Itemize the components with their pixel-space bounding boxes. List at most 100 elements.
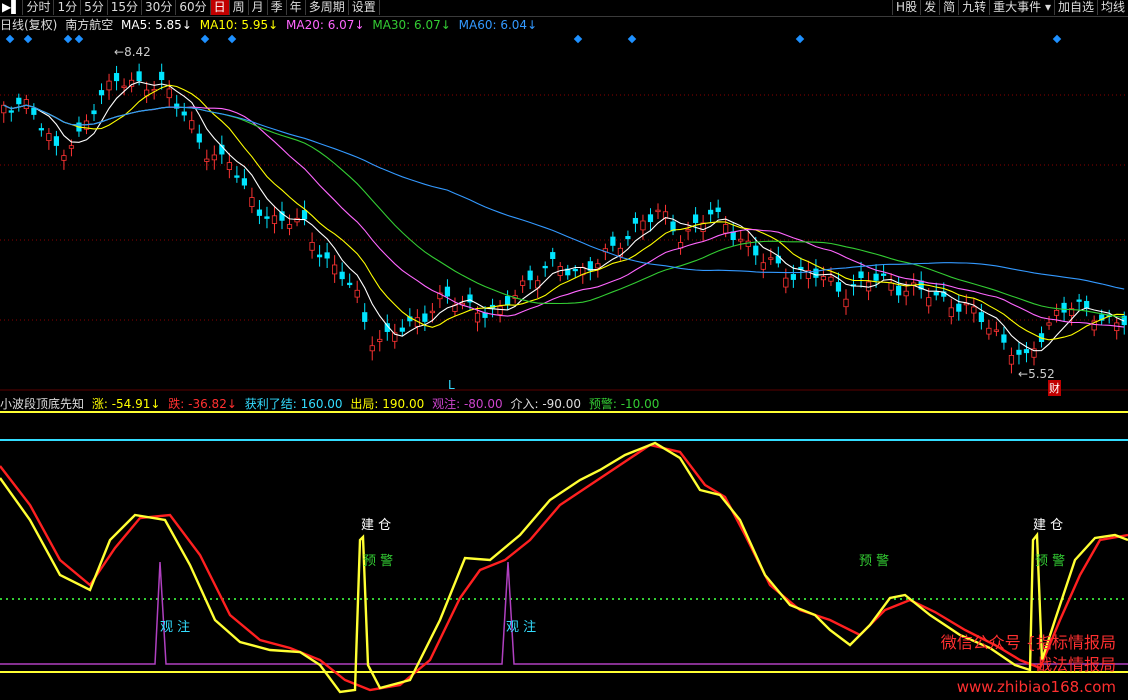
candle-body bbox=[474, 312, 481, 323]
candle-body bbox=[745, 240, 751, 247]
candle-body bbox=[211, 154, 217, 161]
candle-body bbox=[226, 162, 232, 170]
high-price-label: ←8.42 bbox=[114, 45, 151, 59]
watch-label-2: 观 注 bbox=[506, 620, 537, 635]
candle-body bbox=[399, 327, 405, 332]
event-marker-4 bbox=[200, 34, 210, 44]
candle-body bbox=[933, 291, 939, 296]
event-marker-6 bbox=[573, 34, 583, 44]
candle-body bbox=[723, 224, 729, 234]
candle-body bbox=[1023, 349, 1030, 354]
candle-body bbox=[241, 178, 247, 186]
warn-label-3: 预 警 bbox=[1035, 554, 1066, 569]
candle-body bbox=[1076, 299, 1082, 302]
candle-body bbox=[1008, 355, 1015, 365]
candle-body bbox=[504, 295, 511, 306]
candle-body bbox=[715, 207, 721, 212]
candle-body bbox=[113, 73, 120, 82]
candle-body bbox=[783, 277, 789, 288]
watermark-wechat: 微信公众号 {指标情报局 bbox=[940, 633, 1116, 652]
candle-body bbox=[106, 80, 112, 91]
candle-body bbox=[422, 313, 428, 322]
candle-body bbox=[993, 329, 1000, 332]
candle-body bbox=[159, 71, 165, 81]
low-price-label: ←5.52 bbox=[1018, 367, 1055, 381]
candle-body bbox=[196, 133, 202, 143]
candle-body bbox=[271, 215, 278, 224]
candle-body bbox=[685, 228, 691, 232]
finance-badge[interactable]: 财 bbox=[1048, 380, 1061, 396]
candle-body bbox=[610, 236, 616, 246]
candle-body bbox=[888, 282, 894, 291]
watch-label-1: 观 注 bbox=[160, 620, 191, 635]
candle-body bbox=[309, 242, 315, 251]
candle-body bbox=[249, 197, 255, 207]
event-marker-0 bbox=[5, 34, 15, 44]
candle-body bbox=[527, 270, 533, 281]
candle-body bbox=[1046, 322, 1052, 326]
candle-body bbox=[324, 252, 330, 259]
candle-body bbox=[316, 254, 323, 258]
candle-body bbox=[835, 282, 842, 292]
candle-body bbox=[986, 327, 992, 335]
candle-body bbox=[843, 298, 849, 308]
candle-body bbox=[820, 276, 827, 281]
candle-body bbox=[1016, 349, 1022, 355]
build-label-2: 建 仓 bbox=[1033, 518, 1064, 533]
candle-body bbox=[881, 273, 887, 276]
candle-body bbox=[301, 210, 308, 220]
candle-body bbox=[332, 264, 338, 275]
candle-body bbox=[768, 257, 774, 260]
candle-body bbox=[1053, 309, 1060, 316]
event-marker-7 bbox=[627, 34, 637, 44]
candle-body bbox=[903, 290, 909, 297]
candle-body bbox=[38, 128, 44, 131]
candle-body bbox=[640, 220, 646, 231]
candle-body bbox=[708, 209, 714, 215]
watermark-brand: 战法情报局 bbox=[1035, 655, 1116, 674]
candle-body bbox=[61, 155, 67, 161]
candle-body bbox=[339, 271, 345, 280]
event-marker-8 bbox=[795, 34, 805, 44]
watermark-url: www.zhibiao168.com bbox=[956, 678, 1116, 696]
event-marker-1 bbox=[23, 34, 33, 44]
candle-body bbox=[121, 85, 127, 88]
candle-body bbox=[136, 71, 142, 82]
candle-body bbox=[978, 312, 984, 323]
event-marker-2 bbox=[63, 34, 73, 44]
candle-body bbox=[369, 345, 375, 352]
warn-label-1: 预 警 bbox=[363, 554, 394, 569]
candle-body bbox=[189, 120, 195, 130]
stock-chart[interactable] bbox=[0, 0, 1128, 700]
candle-body bbox=[347, 282, 353, 286]
candle-body bbox=[1084, 300, 1090, 309]
candle-body bbox=[753, 245, 759, 256]
warn-label-2: 预 警 bbox=[859, 554, 890, 569]
ma60-line bbox=[3, 104, 1125, 290]
candle-body bbox=[444, 286, 451, 297]
candle-body bbox=[1061, 302, 1067, 313]
candle-body bbox=[647, 214, 654, 223]
candle-body bbox=[166, 88, 172, 99]
candle-body bbox=[828, 276, 834, 282]
candle-body bbox=[632, 217, 639, 224]
candle-body bbox=[858, 271, 864, 279]
event-marker-5 bbox=[227, 34, 237, 44]
candle-body bbox=[91, 110, 97, 115]
candle-body bbox=[693, 214, 699, 223]
candle-body bbox=[31, 107, 37, 115]
candle-body bbox=[8, 110, 14, 113]
ma10-line bbox=[3, 84, 1125, 341]
candle-body bbox=[181, 111, 187, 116]
candle-body bbox=[595, 263, 601, 269]
watermark: 微信公众号 {指标情报局 战法情报局 www.zhibiao168.com bbox=[941, 632, 1116, 698]
candle-body bbox=[354, 289, 360, 298]
candle-body bbox=[68, 145, 75, 149]
candle-body bbox=[625, 236, 631, 240]
candle-body bbox=[46, 133, 52, 142]
candle-body bbox=[956, 303, 962, 312]
candle-body bbox=[264, 216, 270, 219]
candle-body bbox=[256, 209, 263, 216]
candle-body bbox=[572, 268, 578, 272]
candle-body bbox=[873, 273, 879, 281]
